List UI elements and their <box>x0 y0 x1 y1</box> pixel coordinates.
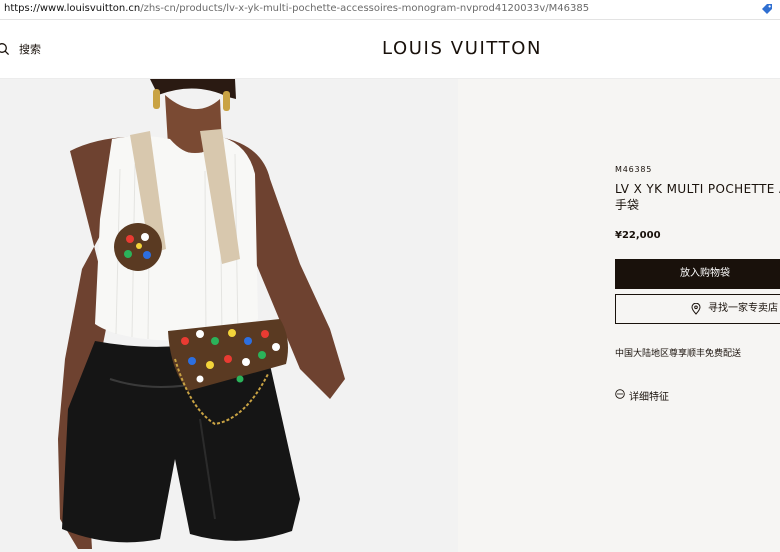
price-tag-icon[interactable] <box>760 2 774 16</box>
add-to-cart-button[interactable]: 放入购物袋 <box>615 259 780 289</box>
product-sku: M46385 <box>615 165 653 174</box>
site-header: 搜索 LOUIS VUITTON <box>0 20 780 79</box>
browser-address-bar[interactable]: https://www.louisvuitton.cn/zhs-cn/produ… <box>0 0 780 20</box>
shipping-note: 中国大陆地区尊享顺丰免费配送 <box>615 349 742 359</box>
product-image[interactable] <box>0 79 458 552</box>
brand-logo[interactable]: LOUIS VUITTON <box>382 38 542 60</box>
more-options-icon <box>615 389 625 399</box>
url-path: /zhs-cn/products/lv-x-yk-multi-pochette-… <box>140 3 590 14</box>
model-photo <box>58 79 345 549</box>
url-text[interactable]: https://www.louisvuitton.cn/zhs-cn/produ… <box>4 3 589 15</box>
product-price: ¥22,000 <box>615 230 661 241</box>
find-store-label: 寻找一家专卖店 <box>708 303 778 314</box>
search-icon[interactable] <box>0 42 10 56</box>
search-button[interactable]: 搜索 <box>19 43 41 56</box>
find-store-button[interactable]: 寻找一家专卖店 <box>615 294 780 324</box>
url-host: https://www.louisvuitton.cn <box>4 3 141 14</box>
location-pin-icon <box>691 303 701 315</box>
product-info-panel: M46385 LV X YK MULTI POCHETTE AC 手袋 ¥22,… <box>458 79 780 552</box>
product-title: LV X YK MULTI POCHETTE AC <box>615 182 780 196</box>
product-subtitle: 手袋 <box>615 198 640 212</box>
details-label: 详细特征 <box>629 392 669 403</box>
